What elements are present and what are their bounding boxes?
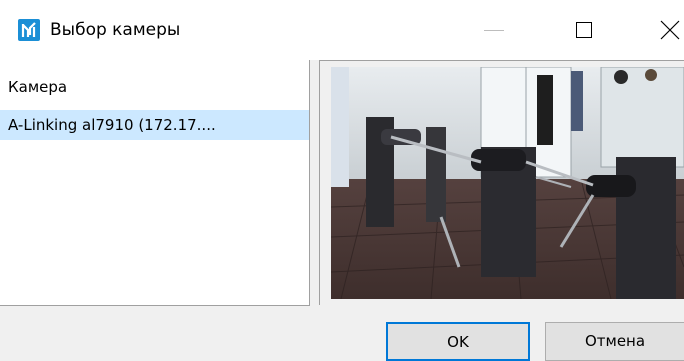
maximize-icon xyxy=(576,22,592,38)
title-bar: Выбор камеры xyxy=(0,0,684,60)
camera-preview-image xyxy=(331,67,684,299)
minimize-button[interactable] xyxy=(466,0,522,60)
camera-list-header: Камера xyxy=(8,78,68,96)
app-logo-icon xyxy=(18,19,40,41)
close-icon xyxy=(660,20,680,40)
cancel-button[interactable]: Отмена xyxy=(545,322,684,361)
maximize-button[interactable] xyxy=(556,0,612,60)
ok-button[interactable]: OK xyxy=(386,322,530,361)
camera-list-item[interactable]: A-Linking al7910 (172.17.... xyxy=(0,110,309,140)
close-button[interactable] xyxy=(646,0,684,60)
camera-list-item-label: A-Linking al7910 (172.17.... xyxy=(8,116,216,134)
window-title: Выбор камеры xyxy=(50,20,181,40)
camera-list[interactable]: Камера A-Linking al7910 (172.17.... xyxy=(0,60,310,306)
minimize-icon xyxy=(484,30,504,31)
